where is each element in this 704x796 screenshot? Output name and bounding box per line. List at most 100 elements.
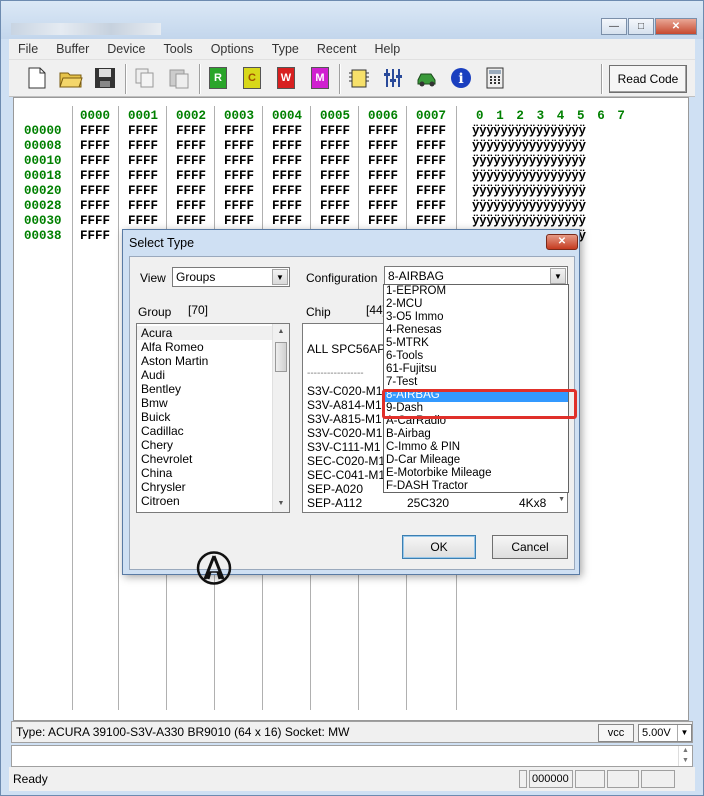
menu-options[interactable]: Options: [202, 42, 263, 56]
group-item[interactable]: Bentley: [137, 382, 272, 396]
hex-cell[interactable]: FFFF: [176, 154, 206, 168]
dialog-close-button[interactable]: ✕: [546, 234, 578, 250]
configuration-option[interactable]: 6-Tools: [384, 350, 568, 363]
menu-tools[interactable]: Tools: [155, 42, 202, 56]
group-item[interactable]: Bmw: [137, 396, 272, 410]
hex-cell[interactable]: FFFF: [176, 124, 206, 138]
hex-cell[interactable]: FFFF: [128, 214, 158, 228]
menu-type[interactable]: Type: [263, 42, 308, 56]
hex-cell[interactable]: FFFF: [224, 199, 254, 213]
hex-cell[interactable]: FFFF: [416, 154, 446, 168]
hex-cell[interactable]: FFFF: [320, 154, 350, 168]
hex-cell[interactable]: FFFF: [320, 199, 350, 213]
calculator-icon[interactable]: [483, 66, 507, 90]
configuration-option[interactable]: 4-Renesas: [384, 324, 568, 337]
hex-cell[interactable]: FFFF: [128, 139, 158, 153]
chip-item[interactable]: S3V-A815-M1: [307, 412, 382, 426]
menu-buffer[interactable]: Buffer: [47, 42, 98, 56]
scroll-up-icon[interactable]: ▲: [273, 324, 289, 340]
vcc-button[interactable]: vcc: [598, 724, 634, 742]
configuration-option[interactable]: C-Immo & PIN: [384, 441, 568, 454]
car-icon[interactable]: [415, 66, 439, 90]
configuration-option[interactable]: 61-Fujitsu: [384, 363, 568, 376]
menu-recent[interactable]: Recent: [308, 42, 366, 56]
hex-cell[interactable]: FFFF: [416, 124, 446, 138]
configuration-option[interactable]: B-Airbag: [384, 428, 568, 441]
configuration-option[interactable]: 7-Test: [384, 376, 568, 389]
close-button[interactable]: ✕: [655, 18, 697, 35]
hex-cell[interactable]: FFFF: [320, 214, 350, 228]
ascii-cell[interactable]: ÿÿÿÿÿÿÿÿÿÿÿÿÿÿÿÿ: [472, 154, 586, 168]
ascii-cell[interactable]: ÿÿÿÿÿÿÿÿÿÿÿÿÿÿÿÿ: [472, 199, 586, 213]
voltage-select[interactable]: 5.00V ▼: [638, 724, 692, 742]
chip-item[interactable]: SEC-C041-M1: [307, 468, 385, 482]
hex-cell[interactable]: FFFF: [80, 199, 110, 213]
group-item[interactable]: Acura: [137, 326, 272, 340]
minimize-button[interactable]: —: [601, 18, 627, 35]
group-item[interactable]: Audi: [137, 368, 272, 382]
hex-cell[interactable]: FFFF: [80, 124, 110, 138]
hex-cell[interactable]: FFFF: [128, 184, 158, 198]
info-icon[interactable]: i: [449, 66, 473, 90]
hex-cell[interactable]: FFFF: [416, 184, 446, 198]
group-item[interactable]: Chevrolet: [137, 452, 272, 466]
ok-button[interactable]: OK: [402, 535, 476, 559]
menu-help[interactable]: Help: [366, 42, 410, 56]
hex-cell[interactable]: FFFF: [176, 169, 206, 183]
hex-cell[interactable]: FFFF: [272, 169, 302, 183]
hex-cell[interactable]: FFFF: [320, 124, 350, 138]
hex-cell[interactable]: FFFF: [272, 124, 302, 138]
hex-cell[interactable]: FFFF: [320, 139, 350, 153]
hex-cell[interactable]: FFFF: [176, 199, 206, 213]
group-item[interactable]: China: [137, 466, 272, 480]
chip-item[interactable]: S3V-C111-M1: [307, 440, 381, 454]
menu-device[interactable]: Device: [98, 42, 154, 56]
hex-cell[interactable]: FFFF: [176, 184, 206, 198]
hex-cell[interactable]: FFFF: [80, 184, 110, 198]
hex-cell[interactable]: FFFF: [272, 184, 302, 198]
configuration-option[interactable]: 1-EEPROM: [384, 285, 568, 298]
hex-cell[interactable]: FFFF: [80, 229, 110, 243]
hex-cell[interactable]: FFFF: [224, 184, 254, 198]
hex-cell[interactable]: FFFF: [80, 169, 110, 183]
group-item[interactable]: Chrysler: [137, 480, 272, 494]
group-item[interactable]: Alfa Romeo: [137, 340, 272, 354]
hex-cell[interactable]: FFFF: [320, 169, 350, 183]
new-file-icon[interactable]: [25, 66, 49, 90]
hex-cell[interactable]: FFFF: [176, 139, 206, 153]
scroll-down-icon[interactable]: ▼: [273, 496, 289, 512]
hex-cell[interactable]: FFFF: [416, 214, 446, 228]
log-box[interactable]: ▲ ▼: [11, 745, 693, 767]
configuration-option[interactable]: 5-MTRK: [384, 337, 568, 350]
hex-cell[interactable]: FFFF: [416, 169, 446, 183]
group-item[interactable]: Cadillac: [137, 424, 272, 438]
chip-item[interactable]: SEP-A112: [307, 496, 362, 510]
hex-cell[interactable]: FFFF: [272, 154, 302, 168]
hex-cell[interactable]: FFFF: [80, 139, 110, 153]
hex-cell[interactable]: FFFF: [368, 199, 398, 213]
chip-item[interactable]: S3V-C020-M1: [307, 426, 382, 440]
configuration-option[interactable]: 3-O5 Immo: [384, 311, 568, 324]
view-select[interactable]: Groups ▼: [172, 267, 290, 287]
hex-cell[interactable]: FFFF: [224, 124, 254, 138]
hex-cell[interactable]: FFFF: [416, 199, 446, 213]
hex-cell[interactable]: FFFF: [368, 214, 398, 228]
maximize-button[interactable]: □: [628, 18, 654, 35]
ascii-cell[interactable]: ÿÿÿÿÿÿÿÿÿÿÿÿÿÿÿÿ: [472, 184, 586, 198]
hex-cell[interactable]: FFFF: [80, 154, 110, 168]
configuration-option[interactable]: 2-MCU: [384, 298, 568, 311]
open-folder-icon[interactable]: [59, 66, 83, 90]
write-chip-icon[interactable]: W: [277, 67, 295, 89]
hex-cell[interactable]: FFFF: [128, 199, 158, 213]
log-scrollbar[interactable]: ▲ ▼: [678, 746, 692, 766]
compare-chip-icon[interactable]: C: [243, 67, 261, 89]
menu-file[interactable]: File: [9, 42, 47, 56]
hex-cell[interactable]: FFFF: [128, 169, 158, 183]
hex-cell[interactable]: FFFF: [224, 214, 254, 228]
hex-cell[interactable]: FFFF: [272, 139, 302, 153]
mcu-icon[interactable]: M: [311, 67, 329, 89]
hex-cell[interactable]: FFFF: [416, 139, 446, 153]
ascii-cell[interactable]: ÿÿÿÿÿÿÿÿÿÿÿÿÿÿÿÿ: [472, 124, 586, 138]
hex-cell[interactable]: FFFF: [368, 169, 398, 183]
paste-icon[interactable]: [167, 66, 191, 90]
